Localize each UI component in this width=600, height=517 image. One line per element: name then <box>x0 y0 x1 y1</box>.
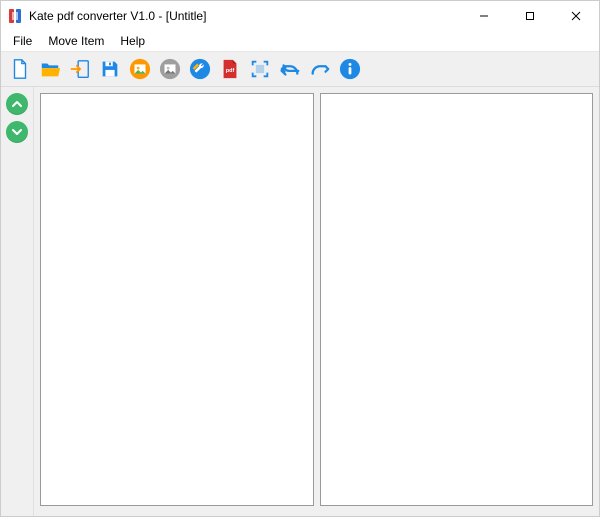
move-down-button[interactable] <box>6 121 28 143</box>
close-button[interactable] <box>553 1 599 31</box>
svg-text:pdf: pdf <box>226 68 235 74</box>
picture-color-button[interactable] <box>127 56 153 82</box>
save-icon <box>99 58 121 80</box>
move-up-button[interactable] <box>6 93 28 115</box>
fit-screen-icon <box>249 58 271 80</box>
right-panel[interactable] <box>320 93 594 506</box>
pdf-icon: pdf <box>219 58 241 80</box>
maximize-button[interactable] <box>507 1 553 31</box>
minimize-button[interactable] <box>461 1 507 31</box>
side-strip <box>1 87 34 516</box>
undo-button[interactable] <box>277 56 303 82</box>
window-title: Kate pdf converter V1.0 - [Untitle] <box>29 9 206 23</box>
picture-gray-icon <box>159 58 181 80</box>
open-button[interactable] <box>37 56 63 82</box>
panels <box>34 87 599 516</box>
menu-help[interactable]: Help <box>112 32 153 50</box>
picture-gray-button[interactable] <box>157 56 183 82</box>
info-button[interactable] <box>337 56 363 82</box>
menu-file[interactable]: File <box>5 32 40 50</box>
info-icon <box>339 58 361 80</box>
picture-icon <box>129 58 151 80</box>
tools-button[interactable] <box>187 56 213 82</box>
left-panel[interactable] <box>40 93 314 506</box>
tools-icon <box>189 58 211 80</box>
redo-icon <box>309 58 331 80</box>
app-icon <box>7 8 23 24</box>
menu-bar: File Move Item Help <box>1 31 599 52</box>
content-area <box>1 87 599 516</box>
redo-button[interactable] <box>307 56 333 82</box>
new-file-icon <box>9 58 31 80</box>
fit-screen-button[interactable] <box>247 56 273 82</box>
menu-move-item[interactable]: Move Item <box>40 32 112 50</box>
undo-icon <box>279 58 301 80</box>
import-button[interactable] <box>67 56 93 82</box>
toolbar: pdf <box>1 52 599 87</box>
save-button[interactable] <box>97 56 123 82</box>
open-folder-icon <box>39 58 61 80</box>
pdf-button[interactable]: pdf <box>217 56 243 82</box>
new-file-button[interactable] <box>7 56 33 82</box>
application-window: Kate pdf converter V1.0 - [Untitle] File… <box>0 0 600 517</box>
window-controls <box>461 1 599 31</box>
chevron-down-icon <box>11 126 23 138</box>
import-icon <box>69 58 91 80</box>
title-bar: Kate pdf converter V1.0 - [Untitle] <box>1 1 599 31</box>
chevron-up-icon <box>11 98 23 110</box>
